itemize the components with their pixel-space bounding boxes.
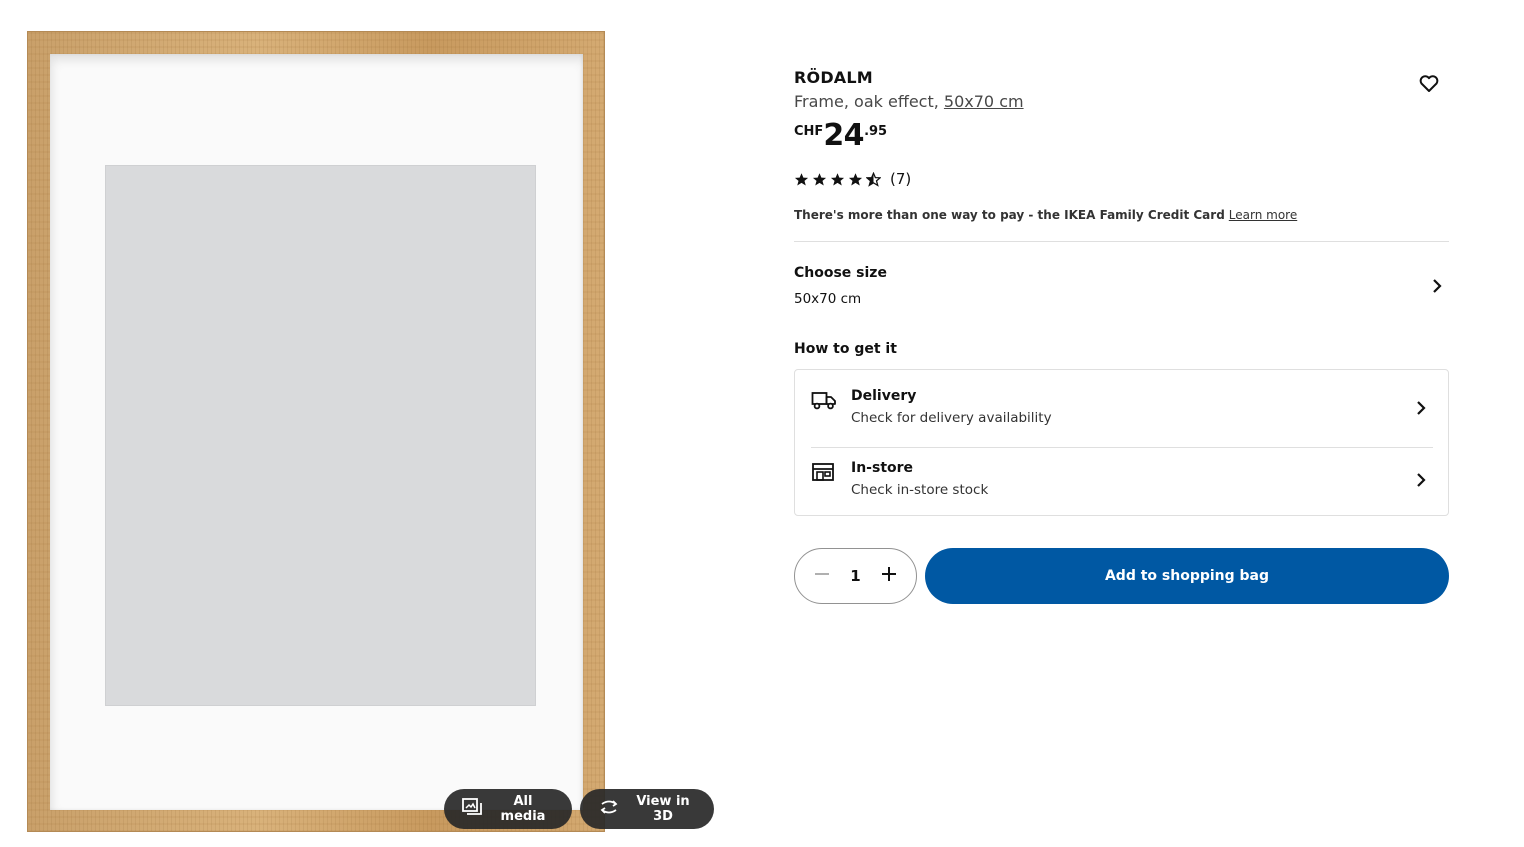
product-rating[interactable]: (7) (794, 170, 911, 188)
star-icon (830, 172, 845, 187)
product-size-link[interactable]: 50x70 cm (944, 92, 1024, 111)
fulfilment-options: Delivery Check for delivery availability… (794, 369, 1449, 516)
rotate-3d-icon (598, 799, 620, 819)
frame-picture-area (105, 165, 536, 706)
star-icon (812, 172, 827, 187)
product-name: RÖDALM (794, 68, 873, 87)
instore-title: In-store (851, 460, 914, 476)
delivery-title: Delivery (851, 388, 917, 404)
product-media: All media View in 3D (0, 0, 730, 847)
selected-size-value: 50x70 cm (794, 291, 862, 307)
view-in-3d-button[interactable]: View in 3D (580, 789, 714, 829)
instore-subtitle: Check in-store stock (851, 482, 989, 498)
price-decimal: .95 (864, 124, 888, 139)
truck-icon (811, 390, 837, 412)
all-media-button[interactable]: All media (444, 789, 572, 829)
divider (794, 241, 1449, 242)
star-icon (848, 172, 863, 187)
choose-size-label: Choose size (794, 265, 887, 281)
decrease-quantity-button[interactable] (807, 561, 837, 591)
choose-size-selector[interactable]: Choose size 50x70 cm (794, 260, 1449, 316)
quantity-stepper: 1 (794, 548, 917, 604)
delivery-option[interactable]: Delivery Check for delivery availability (811, 378, 1433, 442)
credit-card-text: There's more than one way to pay - the I… (794, 208, 1225, 222)
add-to-favourites-button[interactable] (1410, 74, 1448, 98)
chevron-right-icon (1415, 400, 1427, 420)
credit-card-promo: There's more than one way to pay - the I… (794, 208, 1297, 222)
learn-more-link[interactable]: Learn more (1229, 208, 1297, 222)
price-currency: CHF (794, 124, 824, 139)
product-type: Frame, oak effect, (794, 92, 944, 111)
plus-icon (881, 566, 897, 586)
price-integer: 24 (823, 118, 865, 153)
all-media-icon (462, 798, 482, 820)
instore-option[interactable]: In-store Check in-store stock (811, 447, 1433, 511)
chevron-right-icon (1431, 278, 1443, 298)
product-price: CHF 24 .95 (794, 120, 887, 152)
product-description: Frame, oak effect, 50x70 cm (794, 92, 1024, 111)
quantity-value[interactable]: 1 (842, 567, 870, 585)
add-to-bag-button[interactable]: Add to shopping bag (925, 548, 1449, 604)
view-in-3d-label: View in 3D (636, 794, 690, 824)
star-icon (794, 172, 809, 187)
rating-count: (7) (890, 170, 912, 188)
store-icon (811, 462, 837, 484)
heart-icon (1419, 75, 1439, 97)
increase-quantity-button[interactable] (874, 561, 904, 591)
delivery-subtitle: Check for delivery availability (851, 410, 1052, 426)
minus-icon (814, 566, 830, 586)
how-to-get-it-heading: How to get it (794, 341, 897, 357)
star-half-icon (865, 171, 882, 187)
all-media-label: All media (500, 794, 546, 824)
chevron-right-icon (1415, 472, 1427, 492)
